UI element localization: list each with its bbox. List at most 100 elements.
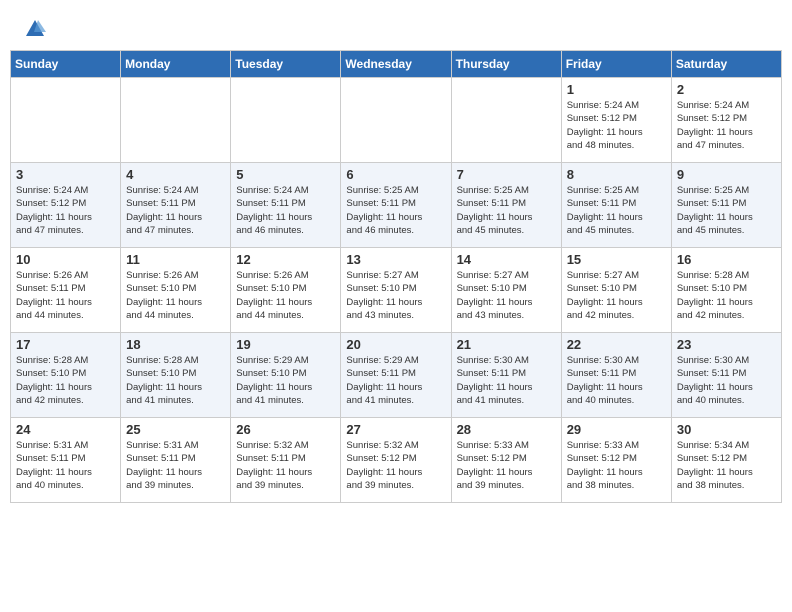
day-info: Sunrise: 5:27 AMSunset: 5:10 PMDaylight:… — [457, 269, 557, 322]
calendar-cell: 28 Sunrise: 5:33 AMSunset: 5:12 PMDayligh… — [451, 418, 561, 503]
week-row-2: 3 Sunrise: 5:24 AMSunset: 5:12 PMDaylight… — [11, 163, 782, 248]
calendar-cell: 15 Sunrise: 5:27 AMSunset: 5:10 PMDayligh… — [561, 248, 671, 333]
day-info: Sunrise: 5:31 AMSunset: 5:11 PMDaylight:… — [16, 439, 116, 492]
day-info: Sunrise: 5:27 AMSunset: 5:10 PMDaylight:… — [567, 269, 667, 322]
day-number: 18 — [126, 337, 226, 352]
day-info: Sunrise: 5:25 AMSunset: 5:11 PMDaylight:… — [567, 184, 667, 237]
day-info: Sunrise: 5:33 AMSunset: 5:12 PMDaylight:… — [567, 439, 667, 492]
calendar-cell: 12 Sunrise: 5:26 AMSunset: 5:10 PMDayligh… — [231, 248, 341, 333]
day-number: 8 — [567, 167, 667, 182]
calendar-cell: 16 Sunrise: 5:28 AMSunset: 5:10 PMDayligh… — [671, 248, 781, 333]
day-number: 23 — [677, 337, 777, 352]
day-number: 28 — [457, 422, 557, 437]
calendar-header: SundayMondayTuesdayWednesdayThursdayFrid… — [11, 51, 782, 78]
day-info: Sunrise: 5:28 AMSunset: 5:10 PMDaylight:… — [677, 269, 777, 322]
header-day-sunday: Sunday — [11, 51, 121, 78]
day-info: Sunrise: 5:24 AMSunset: 5:11 PMDaylight:… — [126, 184, 226, 237]
day-number: 7 — [457, 167, 557, 182]
day-info: Sunrise: 5:24 AMSunset: 5:11 PMDaylight:… — [236, 184, 336, 237]
calendar-cell — [231, 78, 341, 163]
header-day-saturday: Saturday — [671, 51, 781, 78]
day-number: 13 — [346, 252, 446, 267]
header-day-thursday: Thursday — [451, 51, 561, 78]
calendar-cell: 6 Sunrise: 5:25 AMSunset: 5:11 PMDaylight… — [341, 163, 451, 248]
calendar-cell: 20 Sunrise: 5:29 AMSunset: 5:11 PMDayligh… — [341, 333, 451, 418]
calendar-cell: 11 Sunrise: 5:26 AMSunset: 5:10 PMDayligh… — [121, 248, 231, 333]
day-number: 5 — [236, 167, 336, 182]
day-info: Sunrise: 5:26 AMSunset: 5:10 PMDaylight:… — [236, 269, 336, 322]
calendar-cell: 5 Sunrise: 5:24 AMSunset: 5:11 PMDaylight… — [231, 163, 341, 248]
calendar-cell: 13 Sunrise: 5:27 AMSunset: 5:10 PMDayligh… — [341, 248, 451, 333]
day-info: Sunrise: 5:29 AMSunset: 5:11 PMDaylight:… — [346, 354, 446, 407]
header-day-wednesday: Wednesday — [341, 51, 451, 78]
day-number: 3 — [16, 167, 116, 182]
day-number: 2 — [677, 82, 777, 97]
week-row-5: 24Sunrise: 5:31 AMSunset: 5:11 PMDayligh… — [11, 418, 782, 503]
calendar-body: 1 Sunrise: 5:24 AMSunset: 5:12 PMDaylight… — [11, 78, 782, 503]
calendar-cell: 17Sunrise: 5:28 AMSunset: 5:10 PMDayligh… — [11, 333, 121, 418]
day-number: 11 — [126, 252, 226, 267]
calendar-cell: 29 Sunrise: 5:33 AMSunset: 5:12 PMDayligh… — [561, 418, 671, 503]
day-number: 26 — [236, 422, 336, 437]
calendar-cell: 30 Sunrise: 5:34 AMSunset: 5:12 PMDayligh… — [671, 418, 781, 503]
calendar-cell: 18 Sunrise: 5:28 AMSunset: 5:10 PMDayligh… — [121, 333, 231, 418]
calendar-cell: 8 Sunrise: 5:25 AMSunset: 5:11 PMDaylight… — [561, 163, 671, 248]
calendar-table: SundayMondayTuesdayWednesdayThursdayFrid… — [10, 50, 782, 503]
day-number: 20 — [346, 337, 446, 352]
day-info: Sunrise: 5:26 AMSunset: 5:11 PMDaylight:… — [16, 269, 116, 322]
calendar-cell — [11, 78, 121, 163]
calendar-cell: 14Sunrise: 5:27 AMSunset: 5:10 PMDayligh… — [451, 248, 561, 333]
day-info: Sunrise: 5:27 AMSunset: 5:10 PMDaylight:… — [346, 269, 446, 322]
day-info: Sunrise: 5:30 AMSunset: 5:11 PMDaylight:… — [567, 354, 667, 407]
day-info: Sunrise: 5:28 AMSunset: 5:10 PMDaylight:… — [126, 354, 226, 407]
calendar-cell: 26 Sunrise: 5:32 AMSunset: 5:11 PMDayligh… — [231, 418, 341, 503]
page: SundayMondayTuesdayWednesdayThursdayFrid… — [0, 0, 792, 612]
day-number: 21 — [457, 337, 557, 352]
header-day-monday: Monday — [121, 51, 231, 78]
week-row-3: 10 Sunrise: 5:26 AMSunset: 5:11 PMDayligh… — [11, 248, 782, 333]
calendar-cell: 10 Sunrise: 5:26 AMSunset: 5:11 PMDayligh… — [11, 248, 121, 333]
day-info: Sunrise: 5:29 AMSunset: 5:10 PMDaylight:… — [236, 354, 336, 407]
day-info: Sunrise: 5:24 AMSunset: 5:12 PMDaylight:… — [16, 184, 116, 237]
day-info: Sunrise: 5:32 AMSunset: 5:12 PMDaylight:… — [346, 439, 446, 492]
calendar-cell — [451, 78, 561, 163]
calendar-cell: 24Sunrise: 5:31 AMSunset: 5:11 PMDayligh… — [11, 418, 121, 503]
calendar-cell: 23Sunrise: 5:30 AMSunset: 5:11 PMDayligh… — [671, 333, 781, 418]
day-number: 15 — [567, 252, 667, 267]
day-number: 1 — [567, 82, 667, 97]
header-row: SundayMondayTuesdayWednesdayThursdayFrid… — [11, 51, 782, 78]
day-info: Sunrise: 5:30 AMSunset: 5:11 PMDaylight:… — [457, 354, 557, 407]
calendar-cell: 19Sunrise: 5:29 AMSunset: 5:10 PMDayligh… — [231, 333, 341, 418]
calendar-cell: 27 Sunrise: 5:32 AMSunset: 5:12 PMDayligh… — [341, 418, 451, 503]
day-number: 6 — [346, 167, 446, 182]
day-info: Sunrise: 5:33 AMSunset: 5:12 PMDaylight:… — [457, 439, 557, 492]
calendar-cell: 2 Sunrise: 5:24 AMSunset: 5:12 PMDaylight… — [671, 78, 781, 163]
day-number: 4 — [126, 167, 226, 182]
day-number: 29 — [567, 422, 667, 437]
day-info: Sunrise: 5:25 AMSunset: 5:11 PMDaylight:… — [346, 184, 446, 237]
day-number: 16 — [677, 252, 777, 267]
calendar-cell: 3 Sunrise: 5:24 AMSunset: 5:12 PMDaylight… — [11, 163, 121, 248]
day-number: 27 — [346, 422, 446, 437]
day-number: 30 — [677, 422, 777, 437]
day-info: Sunrise: 5:25 AMSunset: 5:11 PMDaylight:… — [677, 184, 777, 237]
day-number: 10 — [16, 252, 116, 267]
calendar-cell: 9Sunrise: 5:25 AMSunset: 5:11 PMDaylight… — [671, 163, 781, 248]
logo — [20, 18, 46, 40]
calendar-cell: 4 Sunrise: 5:24 AMSunset: 5:11 PMDaylight… — [121, 163, 231, 248]
day-number: 25 — [126, 422, 226, 437]
day-number: 12 — [236, 252, 336, 267]
day-info: Sunrise: 5:34 AMSunset: 5:12 PMDaylight:… — [677, 439, 777, 492]
day-info: Sunrise: 5:24 AMSunset: 5:12 PMDaylight:… — [677, 99, 777, 152]
day-info: Sunrise: 5:25 AMSunset: 5:11 PMDaylight:… — [457, 184, 557, 237]
week-row-4: 17Sunrise: 5:28 AMSunset: 5:10 PMDayligh… — [11, 333, 782, 418]
day-info: Sunrise: 5:28 AMSunset: 5:10 PMDaylight:… — [16, 354, 116, 407]
day-info: Sunrise: 5:26 AMSunset: 5:10 PMDaylight:… — [126, 269, 226, 322]
day-number: 22 — [567, 337, 667, 352]
calendar-cell: 21 Sunrise: 5:30 AMSunset: 5:11 PMDayligh… — [451, 333, 561, 418]
calendar-container: SundayMondayTuesdayWednesdayThursdayFrid… — [0, 50, 792, 612]
calendar-cell: 25Sunrise: 5:31 AMSunset: 5:11 PMDayligh… — [121, 418, 231, 503]
header — [0, 0, 792, 50]
logo-icon — [24, 18, 46, 40]
day-info: Sunrise: 5:32 AMSunset: 5:11 PMDaylight:… — [236, 439, 336, 492]
